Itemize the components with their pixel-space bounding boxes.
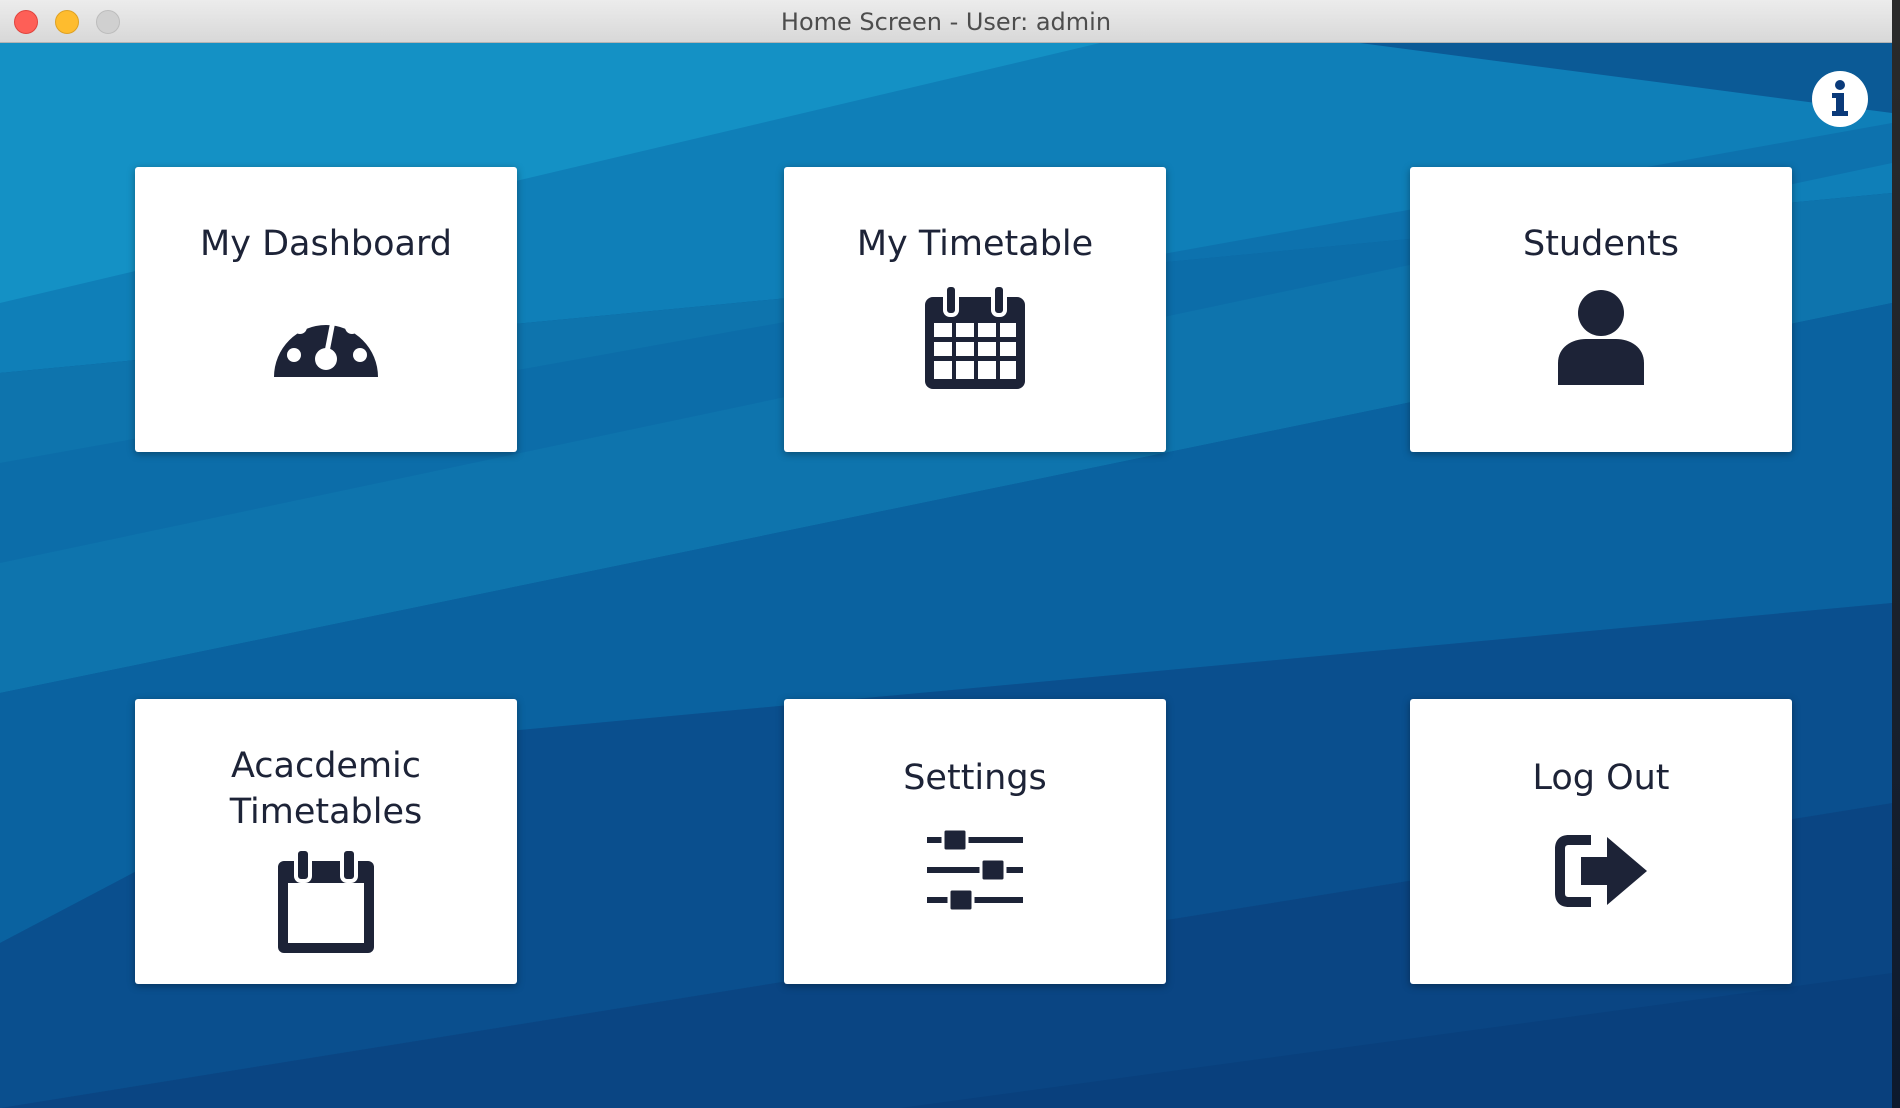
window-title: Home Screen - User: admin bbox=[780, 8, 1112, 36]
tile-students[interactable]: Students bbox=[1410, 167, 1792, 452]
tile-label-line1: Acacdemic bbox=[230, 746, 422, 786]
calendar-empty-icon bbox=[278, 847, 374, 953]
sliders-icon bbox=[927, 827, 1023, 913]
tile-academic-timetables[interactable]: Acacdemic Timetables bbox=[135, 699, 517, 984]
title-bar: Home Screen - User: admin bbox=[0, 0, 1892, 43]
tile-log-out[interactable]: Log Out bbox=[1410, 699, 1792, 984]
tile-label-line2: Timetables bbox=[229, 792, 423, 832]
tile-label: My Timetable bbox=[856, 224, 1094, 264]
tile-label: Log Out bbox=[1532, 758, 1670, 798]
user-icon bbox=[1558, 290, 1644, 385]
tile-label: My Dashboard bbox=[200, 224, 452, 264]
desktop-edge bbox=[1892, 0, 1900, 1108]
tile-my-dashboard[interactable]: My Dashboard bbox=[135, 167, 517, 452]
tile-settings[interactable]: Settings bbox=[784, 699, 1166, 984]
tile-label: Settings bbox=[903, 758, 1047, 798]
app-window: Home Screen - User: admin My Dashboard M… bbox=[0, 0, 1892, 1108]
info-button[interactable] bbox=[1812, 71, 1868, 127]
tile-label: Students bbox=[1522, 224, 1679, 264]
info-icon bbox=[1815, 74, 1865, 124]
dashboard-icon bbox=[274, 306, 378, 377]
calendar-grid-icon bbox=[925, 283, 1025, 389]
home-screen: My Dashboard My Timetable Students Acacd… bbox=[0, 43, 1892, 1108]
tile-my-timetable[interactable]: My Timetable bbox=[784, 167, 1166, 452]
logout-icon bbox=[1555, 835, 1647, 907]
